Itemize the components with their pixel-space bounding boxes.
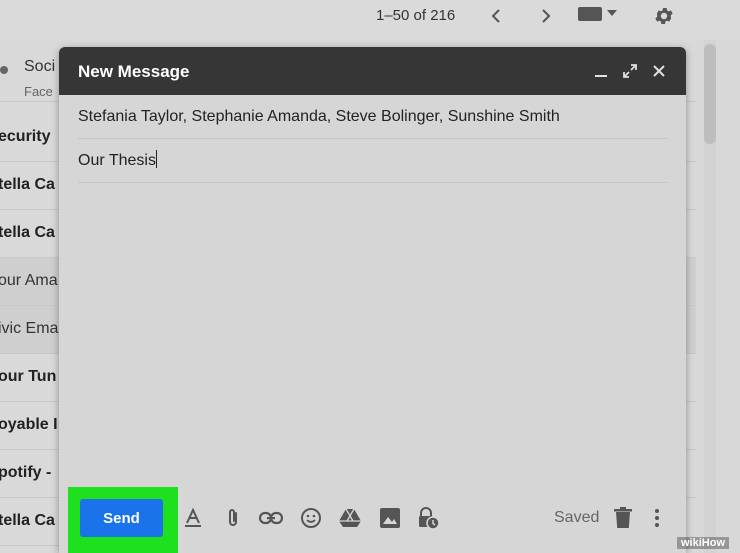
category-subtitle: Face <box>24 84 53 99</box>
send-button[interactable]: Send <box>80 499 163 537</box>
email-sender: oyable I <box>0 416 58 433</box>
link-icon <box>259 511 283 525</box>
emoji-button[interactable] <box>298 505 324 531</box>
compose-window: New Message Stefania Taylor, Stephanie A… <box>59 47 686 553</box>
prev-page-button[interactable] <box>482 4 510 28</box>
email-sender: tella Ca <box>0 512 55 529</box>
chevron-right-icon <box>542 9 551 23</box>
email-sender: tella Ca <box>0 224 55 241</box>
draft-status: Saved <box>554 509 600 526</box>
expand-icon <box>623 64 637 78</box>
emoji-icon <box>301 508 321 528</box>
email-sender: tella Ca <box>0 176 55 193</box>
recipients-field[interactable]: Stefania Taylor, Stephanie Amanda, Steve… <box>78 95 668 139</box>
lock-clock-icon <box>419 507 440 530</box>
text-cursor <box>155 150 157 168</box>
trash-icon <box>614 507 632 528</box>
compose-header[interactable]: New Message <box>59 47 686 95</box>
minimize-icon <box>595 75 607 77</box>
minimize-button[interactable] <box>591 61 611 81</box>
email-sender: potify - <box>0 464 52 481</box>
drive-button[interactable] <box>337 505 363 531</box>
confidential-mode-button[interactable] <box>416 505 442 531</box>
email-sender: ecurity <box>0 128 51 145</box>
close-button[interactable] <box>649 61 669 81</box>
inbox-toolbar: 1–50 of 216 <box>0 0 740 40</box>
attach-button[interactable] <box>220 505 246 531</box>
insert-photo-button[interactable] <box>377 505 403 531</box>
more-options-button[interactable] <box>644 505 670 531</box>
more-vertical-icon <box>655 509 659 527</box>
close-icon <box>653 65 665 77</box>
scrollbar-thumb[interactable] <box>704 44 716 144</box>
discard-draft-button[interactable] <box>610 505 636 531</box>
chevron-down-icon[interactable] <box>607 10 617 16</box>
email-sender: our Ama <box>0 272 58 289</box>
formatting-button[interactable] <box>180 505 206 531</box>
subject-field[interactable]: Our Thesis <box>78 139 668 183</box>
email-sender: our Tun <box>0 368 57 385</box>
insert-link-button[interactable] <box>258 505 284 531</box>
compose-title: New Message <box>78 62 190 81</box>
fullscreen-button[interactable] <box>620 61 640 81</box>
text-format-icon <box>185 507 201 527</box>
next-page-button[interactable] <box>532 4 560 28</box>
gear-icon <box>655 8 673 24</box>
watermark: wikiHow <box>677 537 730 549</box>
people-icon <box>0 66 8 74</box>
image-icon <box>380 508 400 528</box>
email-sender: ivic Ema <box>0 320 59 337</box>
pagination-count: 1–50 of 216 <box>376 7 456 24</box>
chevron-left-icon <box>491 9 500 23</box>
category-title: Soci <box>24 58 56 75</box>
paperclip-icon <box>229 509 237 526</box>
settings-button[interactable] <box>650 4 678 28</box>
keyboard-icon[interactable] <box>578 7 602 21</box>
subject-text: Our Thesis <box>78 152 156 169</box>
drive-icon <box>339 508 361 527</box>
